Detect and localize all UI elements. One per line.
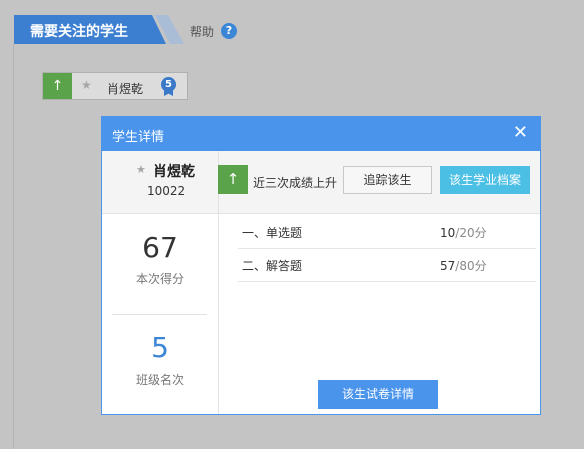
- trend-label: 近三次成绩上升: [253, 176, 338, 190]
- dialog-title: 学生详情: [112, 130, 165, 145]
- score-earned: 10: [440, 226, 456, 240]
- student-name: 肖煜乾: [107, 82, 144, 96]
- score-total: /20分: [455, 226, 487, 240]
- score-total: /80分: [455, 259, 487, 273]
- question-score-list: 一、单选题 10/20分 二、解答题 57/80分: [238, 216, 536, 282]
- student-name: 肖煜乾: [153, 164, 195, 180]
- student-chip[interactable]: ↑ ★ 肖煜乾 5: [42, 72, 188, 100]
- page-left-border: [13, 44, 14, 449]
- list-item: 二、解答题 57/80分: [238, 249, 536, 282]
- rank-badge-icon: 5: [161, 77, 176, 92]
- divider: [112, 314, 207, 315]
- class-rank-value: 5: [151, 331, 169, 364]
- section-title: 需要关注的学生: [30, 24, 128, 40]
- question-type: 一、单选题: [242, 226, 303, 240]
- star-icon[interactable]: ★: [136, 163, 146, 176]
- star-icon[interactable]: ★: [81, 78, 92, 92]
- badge-ribbon-icon: [164, 90, 173, 96]
- trend-up-icon: ↑: [43, 73, 72, 99]
- summary-panel: 67 本次得分 5 班级名次: [102, 214, 219, 414]
- score-earned: 57: [440, 259, 456, 273]
- track-student-button[interactable]: 追踪该生: [343, 166, 432, 194]
- list-item: 一、单选题 10/20分: [238, 216, 536, 249]
- academic-archive-button[interactable]: 该生学业档案: [440, 166, 530, 194]
- score-value: 67: [142, 231, 178, 264]
- question-score: 10/20分: [440, 224, 487, 241]
- dialog-header: 学生详情 ✕: [102, 117, 540, 151]
- question-type: 二、解答题: [242, 259, 303, 273]
- student-id: 10022: [147, 184, 186, 198]
- question-score: 57/80分: [440, 257, 487, 274]
- exam-detail-button[interactable]: 该生试卷详情: [318, 380, 438, 409]
- trend-up-icon: ↑: [218, 165, 248, 194]
- close-icon[interactable]: ✕: [513, 124, 528, 142]
- student-detail-dialog: 学生详情 ✕ ★ 肖煜乾 10022 ↑ 近三次成绩上升 追踪该生 该生学业档案…: [101, 116, 541, 415]
- section-tab: 需要关注的学生: [14, 15, 184, 44]
- help-link[interactable]: 帮助: [190, 23, 214, 40]
- student-info-bar: ★ 肖煜乾 10022 ↑ 近三次成绩上升 追踪该生 该生学业档案: [102, 151, 540, 214]
- help-icon[interactable]: ?: [221, 23, 237, 39]
- class-rank-label: 班级名次: [135, 373, 184, 387]
- score-label: 本次得分: [135, 272, 184, 286]
